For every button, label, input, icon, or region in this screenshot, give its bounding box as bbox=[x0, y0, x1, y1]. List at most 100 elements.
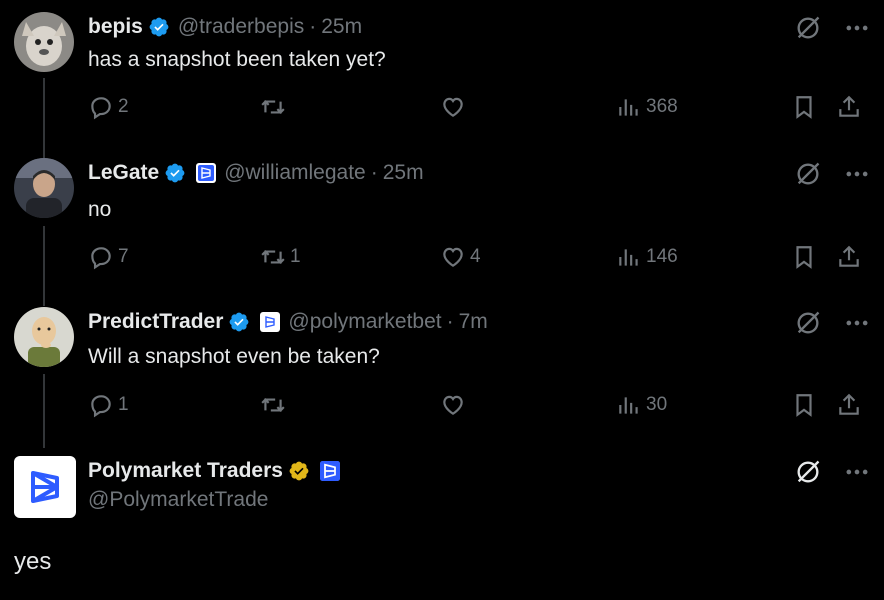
display-name[interactable]: LeGate bbox=[88, 161, 159, 185]
bookmark-icon bbox=[796, 96, 812, 119]
verified-badge-icon[interactable] bbox=[164, 162, 186, 184]
views-icon bbox=[619, 397, 638, 414]
reply-count: 1 bbox=[118, 394, 129, 415]
like-button[interactable] bbox=[440, 94, 470, 120]
verified-badge-icon[interactable] bbox=[148, 16, 170, 38]
display-name[interactable]: PredictTrader bbox=[88, 310, 223, 334]
bookmark-icon bbox=[796, 246, 812, 269]
bookmark-button[interactable] bbox=[791, 94, 817, 120]
timestamp[interactable]: 25m bbox=[383, 161, 424, 185]
tweet-top-actions bbox=[794, 458, 884, 488]
reply-count: 7 bbox=[118, 246, 129, 267]
tweet-actions: 1 30 bbox=[88, 392, 878, 422]
polymarket-affiliate-icon[interactable] bbox=[319, 461, 340, 481]
bookmark-button[interactable] bbox=[791, 392, 817, 418]
handle[interactable]: @polymarketbet bbox=[288, 310, 441, 334]
tweet-header: Polymarket Traders bbox=[88, 456, 348, 486]
verified-badge-icon[interactable] bbox=[228, 311, 250, 333]
like-icon bbox=[443, 247, 463, 267]
avatar-image bbox=[14, 12, 74, 72]
display-name[interactable]: Polymarket Traders bbox=[88, 459, 283, 483]
avatar[interactable] bbox=[14, 456, 76, 518]
grok-icon[interactable] bbox=[794, 14, 822, 42]
like-count: 4 bbox=[470, 246, 481, 267]
grok-icon[interactable] bbox=[794, 160, 822, 188]
polymarket-affiliate-icon[interactable] bbox=[260, 312, 281, 332]
share-icon bbox=[839, 95, 859, 117]
views-count: 368 bbox=[646, 96, 678, 117]
handle[interactable]: @williamlegate bbox=[224, 161, 366, 185]
avatar[interactable] bbox=[14, 307, 74, 367]
reply-count: 2 bbox=[118, 96, 129, 117]
like-icon bbox=[443, 97, 463, 117]
more-icon[interactable] bbox=[842, 309, 872, 337]
repost-button[interactable] bbox=[260, 94, 290, 120]
repost-icon bbox=[261, 250, 285, 264]
main-tweet[interactable]: Polymarket Traders @PolymarketTrade yes bbox=[0, 456, 884, 596]
like-button[interactable]: 4 bbox=[440, 244, 481, 270]
avatar-image bbox=[14, 307, 74, 367]
tweet-top-actions bbox=[794, 160, 884, 190]
like-icon bbox=[443, 395, 463, 415]
tweet-header: bepis @traderbepis · 25m bbox=[88, 12, 362, 42]
bookmark-icon bbox=[796, 394, 812, 417]
tweet-top-actions bbox=[794, 309, 884, 339]
bookmark-button[interactable] bbox=[791, 244, 817, 270]
share-icon bbox=[839, 245, 859, 267]
separator-dot: · bbox=[446, 310, 454, 333]
tweet-header: LeGate @williamlegate · 25m bbox=[88, 158, 424, 188]
reply-button[interactable]: 2 bbox=[88, 94, 129, 120]
views-button[interactable]: 30 bbox=[616, 392, 667, 418]
grok-icon[interactable] bbox=[794, 309, 822, 337]
tweet-text: Will a snapshot even be taken? bbox=[88, 345, 380, 368]
tweet-text: has a snapshot been taken yet? bbox=[88, 48, 386, 71]
views-icon bbox=[619, 249, 638, 266]
separator-dot: · bbox=[370, 161, 378, 184]
repost-icon bbox=[261, 100, 285, 114]
share-button[interactable] bbox=[836, 392, 862, 418]
timestamp[interactable]: 25m bbox=[321, 15, 362, 39]
reply-icon bbox=[91, 395, 111, 418]
like-button[interactable] bbox=[440, 392, 470, 418]
polymarket-logo-icon bbox=[31, 471, 59, 503]
avatar[interactable] bbox=[14, 158, 74, 218]
tweet-text: yes bbox=[14, 548, 52, 575]
views-count: 146 bbox=[646, 246, 678, 267]
display-name[interactable]: bepis bbox=[88, 15, 143, 39]
share-button[interactable] bbox=[836, 94, 862, 120]
views-count: 30 bbox=[646, 394, 668, 415]
tweet-text: no bbox=[88, 198, 112, 221]
share-icon bbox=[839, 393, 859, 415]
tweet-actions: 7 1 4 146 bbox=[88, 244, 878, 274]
views-button[interactable]: 146 bbox=[616, 244, 678, 270]
views-button[interactable]: 368 bbox=[616, 94, 678, 120]
verified-badge-icon[interactable] bbox=[288, 460, 310, 482]
repost-icon bbox=[261, 398, 285, 412]
tweet-actions: 2 368 bbox=[88, 94, 878, 124]
repost-count: 1 bbox=[290, 246, 301, 267]
tweet-1[interactable]: bepis @traderbepis · 25m has a snapshot … bbox=[0, 12, 884, 142]
avatar[interactable] bbox=[14, 12, 74, 72]
handle[interactable]: @traderbepis bbox=[178, 15, 304, 39]
handle[interactable]: @PolymarketTrade bbox=[88, 488, 268, 512]
grok-icon[interactable] bbox=[794, 458, 822, 486]
avatar-image bbox=[14, 158, 74, 218]
separator-dot: · bbox=[309, 15, 317, 38]
more-icon[interactable] bbox=[842, 14, 872, 42]
reply-icon bbox=[91, 247, 111, 270]
tweet-3[interactable]: PredictTrader @polymarketbet · 7m Will a… bbox=[0, 307, 884, 437]
share-button[interactable] bbox=[836, 244, 862, 270]
tweet-top-actions bbox=[794, 14, 884, 44]
views-icon bbox=[619, 99, 638, 116]
repost-button[interactable] bbox=[260, 392, 290, 418]
reply-icon bbox=[91, 97, 111, 120]
reply-button[interactable]: 1 bbox=[88, 392, 129, 418]
tweet-2[interactable]: LeGate @williamlegate · 25m no 7 1 4 146 bbox=[0, 158, 884, 288]
more-icon[interactable] bbox=[842, 160, 872, 188]
more-icon[interactable] bbox=[842, 458, 872, 486]
repost-button[interactable]: 1 bbox=[260, 244, 301, 270]
reply-button[interactable]: 7 bbox=[88, 244, 129, 270]
polymarket-affiliate-icon[interactable] bbox=[196, 163, 217, 183]
tweet-header: PredictTrader @polymarketbet · 7m bbox=[88, 307, 488, 337]
timestamp[interactable]: 7m bbox=[459, 310, 488, 334]
